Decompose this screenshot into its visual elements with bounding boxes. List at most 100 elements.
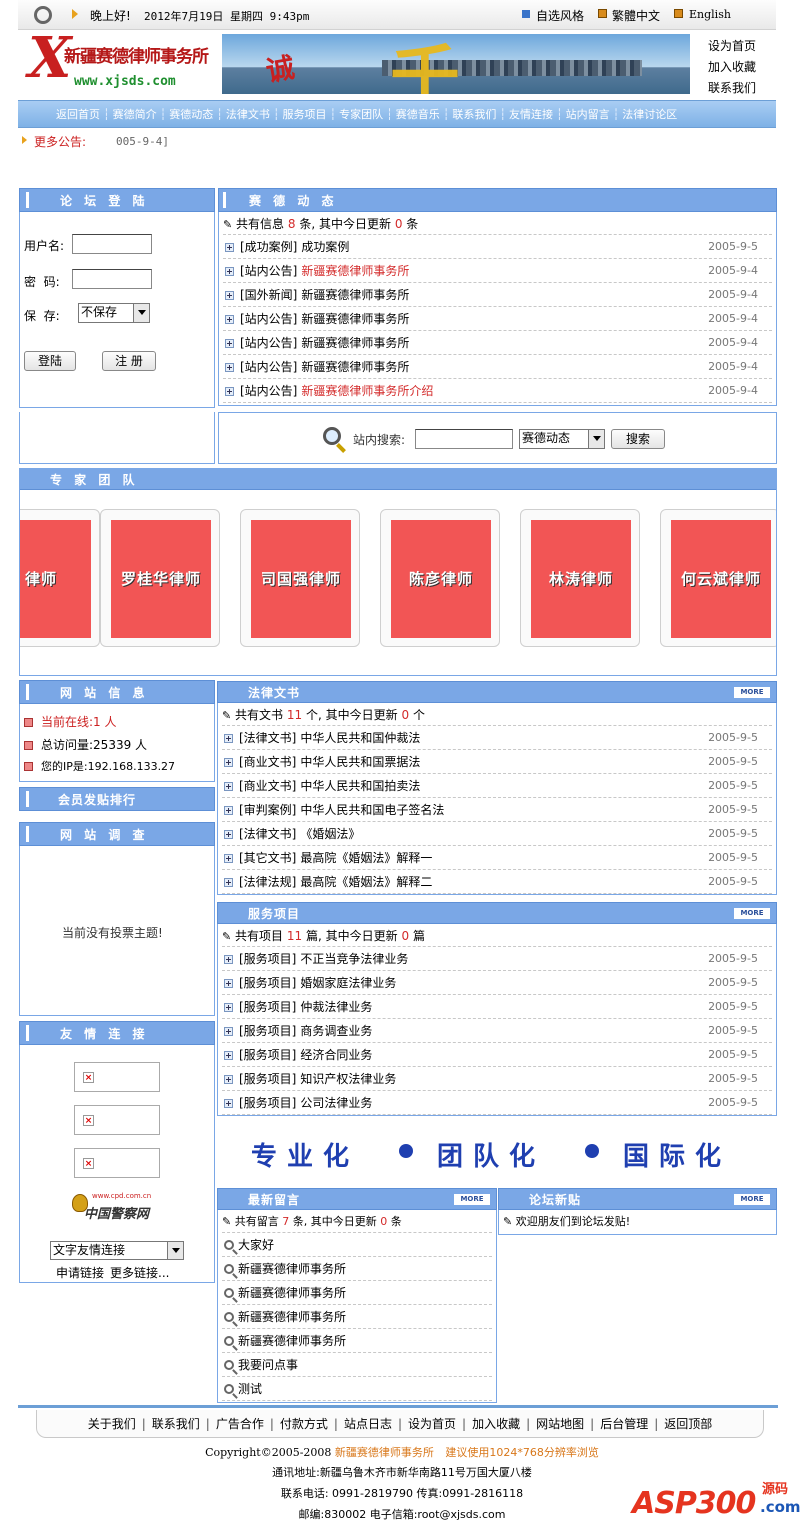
forum-more-button[interactable]: MORE xyxy=(734,1194,770,1205)
list-item[interactable]: [服务项目] 仲裁法律业务 2005-9-5 xyxy=(222,995,772,1019)
police-logo[interactable]: www.cpd.com.cn 中国警察网 xyxy=(72,1192,164,1224)
nav-item[interactable]: 站内留言 xyxy=(566,108,610,121)
add-favorite-link[interactable]: 加入收藏 xyxy=(708,57,774,78)
set-home-link[interactable]: 设为首页 xyxy=(708,36,774,57)
footer-link[interactable]: 设为首页 xyxy=(408,1417,456,1431)
list-item[interactable]: [审判案例] 中华人民共和国电子签名法 2005-9-5 xyxy=(222,798,772,822)
list-item[interactable]: 我要问点事 xyxy=(222,1353,492,1377)
list-item[interactable]: [商业文书] 中华人民共和国票据法 2005-9-5 xyxy=(222,750,772,774)
friend-link-select[interactable]: 文字友情连接 xyxy=(50,1241,184,1260)
list-item[interactable]: [站内公告] 新疆赛德律师事务所 2005-9-4 xyxy=(223,307,772,331)
list-item[interactable]: 新疆赛德律师事务所 xyxy=(222,1329,492,1353)
nav-item[interactable]: 服务项目 xyxy=(283,108,327,121)
list-item[interactable]: 新疆赛德律师事务所 xyxy=(222,1257,492,1281)
list-item[interactable]: [商业文书] 中华人民共和国拍卖法 2005-9-5 xyxy=(222,774,772,798)
ip-address: 您的IP是:192.168.133.27 xyxy=(24,758,175,774)
list-item[interactable]: [站内公告] 新疆赛德律师事务所 2005-9-4 xyxy=(223,331,772,355)
lawyer-card[interactable]: 何云斌律师 xyxy=(660,509,776,647)
style-link[interactable]: 自选风格 xyxy=(536,7,584,24)
register-button[interactable]: 注 册 xyxy=(102,351,156,371)
search-scope-select[interactable]: 赛德动态 xyxy=(519,429,605,449)
list-item[interactable]: 新疆赛德律师事务所 xyxy=(222,1305,492,1329)
trad-link[interactable]: 繁體中文 xyxy=(612,7,660,24)
nav-item[interactable]: 友情连接 xyxy=(509,108,553,121)
list-item[interactable]: [服务项目] 公司法律业务 2005-9-5 xyxy=(222,1091,772,1115)
list-item[interactable]: [法律法规] 最高院《婚姻法》解释二 2005-9-5 xyxy=(222,870,772,894)
list-item[interactable]: [服务项目] 不正当竞争法律业务 2005-9-5 xyxy=(222,947,772,971)
item-category: [法律法规] xyxy=(239,875,297,889)
police-logo-text: 中国警察网 xyxy=(84,1207,150,1222)
list-item[interactable]: [服务项目] 婚姻家庭法律业务 2005-9-5 xyxy=(222,971,772,995)
search-input[interactable] xyxy=(415,429,513,449)
style-icon xyxy=(522,10,530,18)
site-logo[interactable]: X 新疆赛德律师事务所 www.xjsds.com xyxy=(28,28,218,96)
item-title: 新疆赛德律师事务所 xyxy=(301,288,410,302)
nav-item[interactable]: 专家团队 xyxy=(339,108,383,121)
list-item[interactable]: [站内公告] 新疆赛德律师事务所介绍 2005-9-4 xyxy=(223,379,772,403)
services-summary: ✎ 共有项目 11 篇, 其中今日更新 0 篇 xyxy=(222,925,772,947)
list-item[interactable]: [站内公告] 新疆赛德律师事务所 2005-9-4 xyxy=(223,259,772,283)
copyright-name[interactable]: 新疆赛德律师事务所 xyxy=(335,1446,434,1459)
footer-link[interactable]: 返回顶部 xyxy=(664,1417,712,1431)
nav-item[interactable]: 联系我们 xyxy=(452,108,496,121)
nav-item[interactable]: 返回首页 xyxy=(56,108,100,121)
plus-icon xyxy=(224,1099,233,1108)
list-item[interactable]: [成功案例] 成功案例 2005-9-5 xyxy=(223,235,772,259)
lawyer-card[interactable]: 陈彦律师 xyxy=(380,509,500,647)
lawyer-card[interactable]: 司国强律师 xyxy=(240,509,360,647)
save-select[interactable]: 不保存 xyxy=(78,303,150,323)
friend-link-image-2[interactable]: × xyxy=(74,1105,160,1135)
search-button[interactable]: 搜索 xyxy=(611,429,665,449)
ranking-header[interactable]: 会员发贴排行 xyxy=(19,787,215,811)
footer-link[interactable]: 付款方式 xyxy=(280,1417,328,1431)
nav-item[interactable]: 赛德简介 xyxy=(113,108,157,121)
list-item[interactable]: [服务项目] 商务调查业务 2005-9-5 xyxy=(222,1019,772,1043)
footer-link[interactable]: 站点日志 xyxy=(344,1417,392,1431)
services-more-button[interactable]: MORE xyxy=(734,908,770,919)
messages-summary: ✎ 共有留言 7 条, 其中今日更新 0 条 xyxy=(222,1211,492,1233)
apply-link[interactable]: 申请链接 xyxy=(56,1264,104,1281)
list-item[interactable]: 测试 xyxy=(222,1377,492,1401)
more-notice-link[interactable]: 更多公告: xyxy=(34,133,86,150)
nav-item[interactable]: 赛德音乐 xyxy=(396,108,440,121)
slogan-dot-icon xyxy=(399,1144,413,1158)
login-button[interactable]: 登陆 xyxy=(24,351,76,371)
list-item[interactable]: [国外新闻] 新疆赛德律师事务所 2005-9-4 xyxy=(223,283,772,307)
lawyer-card[interactable]: 律师 xyxy=(20,509,100,647)
more-links[interactable]: 更多链接... xyxy=(110,1264,169,1281)
item-title: 我要问点事 xyxy=(238,1358,299,1372)
lawyer-card[interactable]: 林涛律师 xyxy=(520,509,640,647)
username-input[interactable] xyxy=(72,234,152,254)
footer-link[interactable]: 后台管理 xyxy=(600,1417,648,1431)
messages-more-button[interactable]: MORE xyxy=(454,1194,490,1205)
lawyer-card[interactable]: 罗桂华律师 xyxy=(100,509,220,647)
item-date: 2005-9-4 xyxy=(708,336,758,349)
list-item[interactable]: 大家好 xyxy=(222,1233,492,1257)
password-input[interactable] xyxy=(72,269,152,289)
list-item[interactable]: [法律文书] 中华人民共和国仲裁法 2005-9-5 xyxy=(222,726,772,750)
item-date: 2005-9-5 xyxy=(708,851,758,864)
docs-more-button[interactable]: MORE xyxy=(734,687,770,698)
nav-separator: ┆ xyxy=(612,108,620,121)
item-title: 婚姻家庭法律业务 xyxy=(300,976,397,990)
english-link[interactable]: English xyxy=(689,8,731,21)
nav-item[interactable]: 法律讨论区 xyxy=(622,108,677,121)
footer-link[interactable]: 联系我们 xyxy=(152,1417,200,1431)
list-item[interactable]: [服务项目] 知识产权法律业务 2005-9-5 xyxy=(222,1067,772,1091)
list-item[interactable]: [服务项目] 经济合同业务 2005-9-5 xyxy=(222,1043,772,1067)
footer-link[interactable]: 广告合作 xyxy=(216,1417,264,1431)
nav-item[interactable]: 法律文书 xyxy=(226,108,270,121)
contact-link[interactable]: 联系我们 xyxy=(708,78,774,99)
list-item[interactable]: 新疆赛德律师事务所 xyxy=(222,1281,492,1305)
friend-link-image-3[interactable]: × xyxy=(74,1148,160,1178)
list-item[interactable]: [站内公告] 新疆赛德律师事务所 2005-9-4 xyxy=(223,355,772,379)
footer-link[interactable]: 关于我们 xyxy=(88,1417,136,1431)
list-item[interactable]: [其它文书] 最高院《婚姻法》解释一 2005-9-5 xyxy=(222,846,772,870)
footer-link[interactable]: 加入收藏 xyxy=(472,1417,520,1431)
item-date: 2005-9-5 xyxy=(708,1000,758,1013)
news-title: 赛 德 动 态 xyxy=(249,194,338,208)
friend-link-image-1[interactable]: × xyxy=(74,1062,160,1092)
list-item[interactable]: [法律文书] 《婚姻法》 2005-9-5 xyxy=(222,822,772,846)
footer-link[interactable]: 网站地图 xyxy=(536,1417,584,1431)
nav-item[interactable]: 赛德动态 xyxy=(169,108,213,121)
